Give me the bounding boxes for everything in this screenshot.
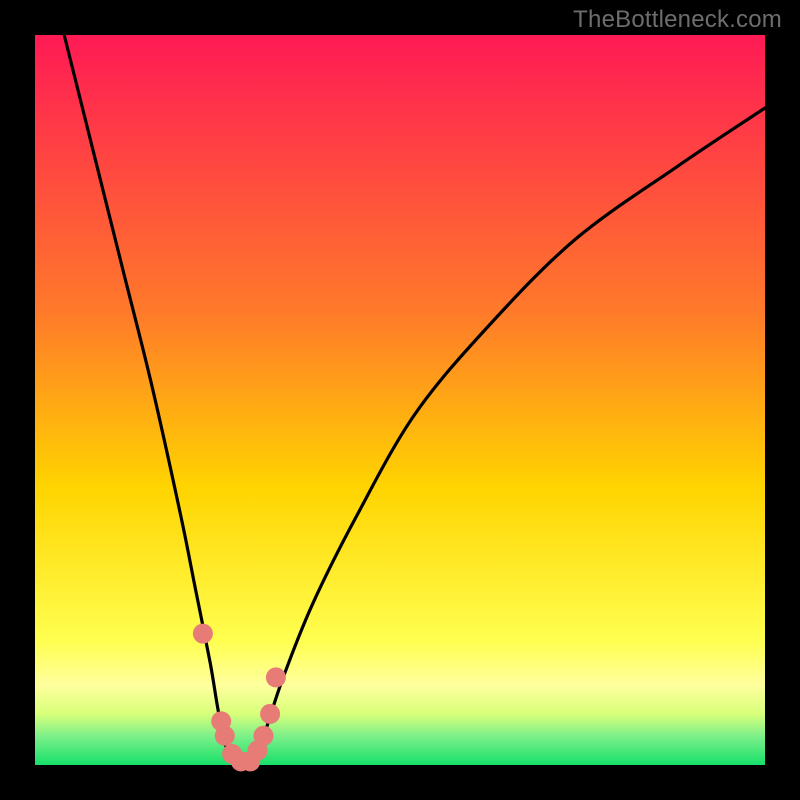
- marker-dot: [215, 726, 235, 746]
- watermark-text: TheBottleneck.com: [573, 6, 782, 34]
- marker-dot: [193, 624, 213, 644]
- marker-dot: [260, 704, 280, 724]
- plot-background: [35, 35, 765, 765]
- marker-dot: [266, 667, 286, 687]
- bottleneck-chart: [0, 0, 800, 800]
- chart-stage: TheBottleneck.com: [0, 0, 800, 800]
- marker-dot: [254, 726, 274, 746]
